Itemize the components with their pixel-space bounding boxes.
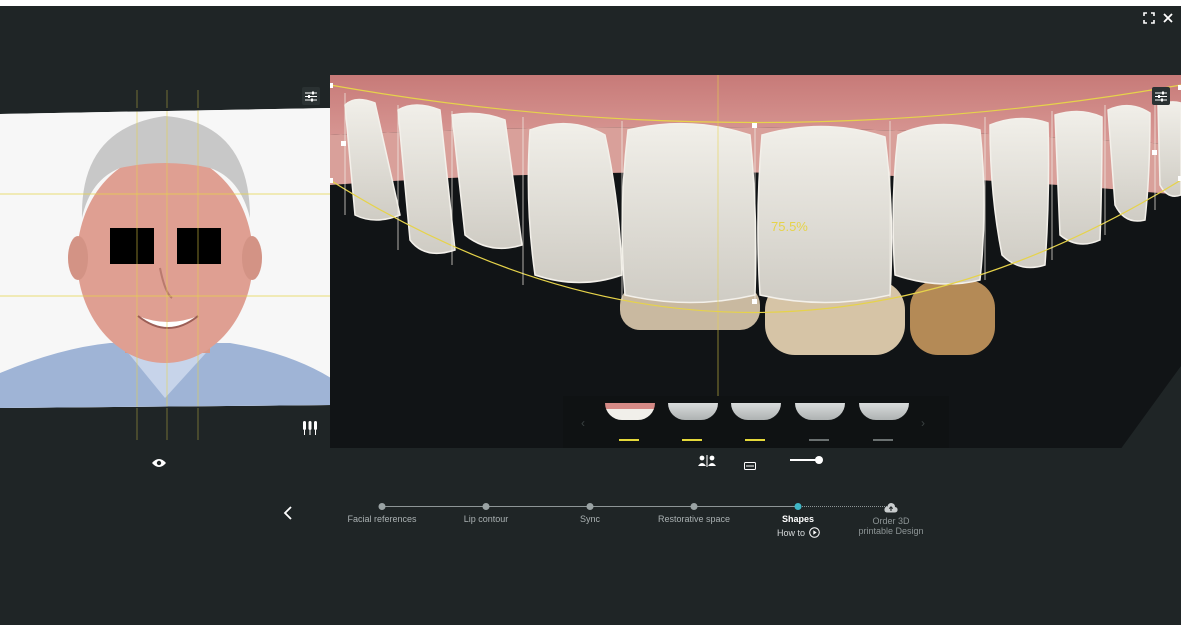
stepper-line-pending [798, 506, 891, 507]
tooth-shape-library: ‹ › [563, 396, 949, 448]
thumbnail-indicator [619, 439, 639, 441]
thumbnail-indicator [809, 439, 829, 441]
shape-thumbnail-3[interactable] [731, 403, 781, 420]
thumbnail-indicator [745, 439, 765, 441]
step-order-3d-design[interactable]: Order 3D printable Design [856, 516, 926, 536]
ruler-icon[interactable] [744, 457, 756, 475]
chevron-right-icon[interactable]: › [921, 416, 925, 430]
step-dot[interactable] [378, 503, 386, 510]
teeth-photo [330, 75, 1181, 448]
shape-thumbnail-5[interactable] [859, 403, 909, 420]
design-adjust-button[interactable] [1152, 87, 1170, 105]
step-dot[interactable] [690, 503, 698, 510]
opacity-slider[interactable] [790, 455, 824, 465]
shape-thumbnail-1[interactable] [605, 403, 655, 420]
step-shapes[interactable]: Shapes [782, 514, 814, 524]
eye-icon[interactable] [152, 455, 166, 473]
step-dot-active[interactable] [794, 503, 802, 510]
step-dot[interactable] [586, 503, 594, 510]
workflow-stepper: Facial references Lip contour Sync Resto… [0, 495, 1181, 555]
shape-thumbnail-4[interactable] [795, 403, 845, 420]
shade-guide-icon[interactable] [302, 421, 318, 440]
shape-thumbnail-2[interactable] [668, 403, 718, 420]
face-guides-extension [136, 90, 199, 440]
compare-view-icon[interactable] [697, 454, 717, 472]
thumbnail-indicator [682, 439, 702, 441]
top-edge [0, 0, 1181, 6]
chevron-left-icon[interactable]: ‹ [581, 416, 585, 430]
width-ratio-label: 75.5% [771, 219, 808, 234]
thumbnail-indicator [873, 439, 893, 441]
play-circle-icon [809, 527, 820, 538]
face-adjust-button[interactable] [302, 87, 320, 105]
smile-design-canvas[interactable] [330, 75, 1181, 448]
close-icon[interactable] [1161, 12, 1175, 26]
step-lip-contour[interactable]: Lip contour [464, 514, 509, 524]
how-to-link[interactable]: How to [777, 527, 820, 538]
step-facial-references[interactable]: Facial references [347, 514, 416, 524]
step-restorative-space[interactable]: Restorative space [658, 514, 730, 524]
sliders-icon [305, 91, 317, 101]
fullscreen-icon[interactable] [1142, 12, 1156, 26]
step-sync[interactable]: Sync [580, 514, 600, 524]
step-dot[interactable] [482, 503, 490, 510]
sliders-icon [1155, 91, 1167, 101]
